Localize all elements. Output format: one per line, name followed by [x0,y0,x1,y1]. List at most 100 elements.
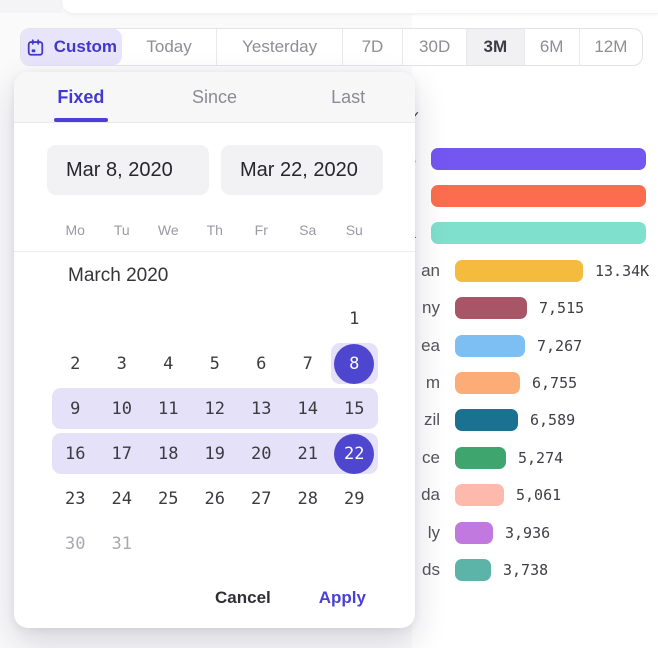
preset-yesterday[interactable]: Yesterday [217,29,342,65]
day-26[interactable]: 26 [192,476,239,521]
preset-6m[interactable]: 6M [525,29,580,65]
day-22[interactable]: 22 [331,431,378,476]
bar [455,447,506,469]
day-21[interactable]: 21 [285,431,332,476]
calendar-grid: 1234567891011121314151617181920212223242… [52,296,378,566]
day-number: 24 [102,479,142,519]
preset-12m[interactable]: 12M [580,29,642,65]
custom-range-button[interactable]: Custom [21,29,122,65]
day-4[interactable]: 4 [145,341,192,386]
day-17[interactable]: 17 [99,431,146,476]
tab-fixed[interactable]: Fixed [14,72,148,122]
header-card-edge [62,0,658,14]
day-23[interactable]: 23 [52,476,99,521]
day-3[interactable]: 3 [99,341,146,386]
day-number: 26 [195,479,235,519]
day-24[interactable]: 24 [99,476,146,521]
cancel-button[interactable]: Cancel [213,584,273,612]
day-15[interactable]: 15 [331,386,378,431]
day-31[interactable]: 31 [99,521,146,566]
weekday-tu: Tu [99,222,146,238]
day-empty [285,521,332,566]
weekday-we: We [145,222,192,238]
bar-value: 3,738 [503,561,548,579]
date-input-row: Mar 8, 2020 Mar 22, 2020 [14,145,415,195]
day-14[interactable]: 14 [285,386,332,431]
day-5[interactable]: 5 [192,341,239,386]
bar-value: 6,589 [530,411,575,429]
day-number: 9 [55,389,95,429]
day-6[interactable]: 6 [238,341,285,386]
weekday-th: Th [192,222,239,238]
page-background-corner [0,0,62,13]
day-7[interactable]: 7 [285,341,332,386]
tab-last[interactable]: Last [281,72,415,122]
day-11[interactable]: 11 [145,386,192,431]
weekday-fr: Fr [238,222,285,238]
day-25[interactable]: 25 [145,476,192,521]
day-30[interactable]: 30 [52,521,99,566]
bar [455,297,527,319]
tab-since[interactable]: Since [148,72,282,122]
day-8[interactable]: 8 [331,341,378,386]
day-number: 3 [102,344,142,384]
end-date-input[interactable]: Mar 22, 2020 [221,145,383,195]
day-empty [331,521,378,566]
bar [455,372,520,394]
day-empty [145,521,192,566]
day-10[interactable]: 10 [99,386,146,431]
day-19[interactable]: 19 [192,431,239,476]
bar-value: 5,061 [516,486,561,504]
active-tab-underline [54,118,108,122]
preset-7d[interactable]: 7D [343,29,403,65]
preset-30d[interactable]: 30D [403,29,467,65]
tab-since-label: Since [192,87,237,108]
date-mode-tabs: Fixed Since Last [14,72,415,123]
day-number: 1 [334,299,374,339]
day-12[interactable]: 12 [192,386,239,431]
day-number: 11 [148,389,188,429]
day-number: 16 [55,434,95,474]
calendar-week-row: 23242526272829 [52,476,378,521]
bar-value: 7,515 [539,299,584,317]
preset-today[interactable]: Today [122,29,218,65]
apply-button[interactable]: Apply [317,584,368,612]
day-9[interactable]: 9 [52,386,99,431]
day-27[interactable]: 27 [238,476,285,521]
bar [431,148,646,170]
day-number: 28 [288,479,328,519]
day-number: 20 [241,434,281,474]
weekday-sa: Sa [285,222,332,238]
preset-3m[interactable]: 3M [467,29,524,65]
end-date-value: Mar 22, 2020 [240,159,358,182]
day-28[interactable]: 28 [285,476,332,521]
day-number: 23 [55,479,95,519]
bar [455,409,518,431]
day-1[interactable]: 1 [331,296,378,341]
day-number: 7 [288,344,328,384]
month-title: March 2020 [68,265,168,287]
day-number: 25 [148,479,188,519]
start-date-input[interactable]: Mar 8, 2020 [47,145,209,195]
day-number: 29 [334,479,374,519]
bar [431,222,646,244]
day-number: 17 [102,434,142,474]
day-number: 4 [148,344,188,384]
popover-footer: Cancel Apply [14,584,415,612]
weekday-header: MoTuWeThFrSaSu [52,222,378,238]
day-20[interactable]: 20 [238,431,285,476]
calendar-week-row: 1 [52,296,378,341]
calendar-icon [26,38,45,57]
day-16[interactable]: 16 [52,431,99,476]
day-number: 27 [241,479,281,519]
calendar-week-row: 9101112131415 [52,386,378,431]
day-number: 10 [102,389,142,429]
day-29[interactable]: 29 [331,476,378,521]
day-2[interactable]: 2 [52,341,99,386]
bar [455,335,525,357]
day-number: 6 [241,344,281,384]
bar-value: 5,274 [518,449,563,467]
day-number: 8 [334,344,374,384]
day-13[interactable]: 13 [238,386,285,431]
day-18[interactable]: 18 [145,431,192,476]
